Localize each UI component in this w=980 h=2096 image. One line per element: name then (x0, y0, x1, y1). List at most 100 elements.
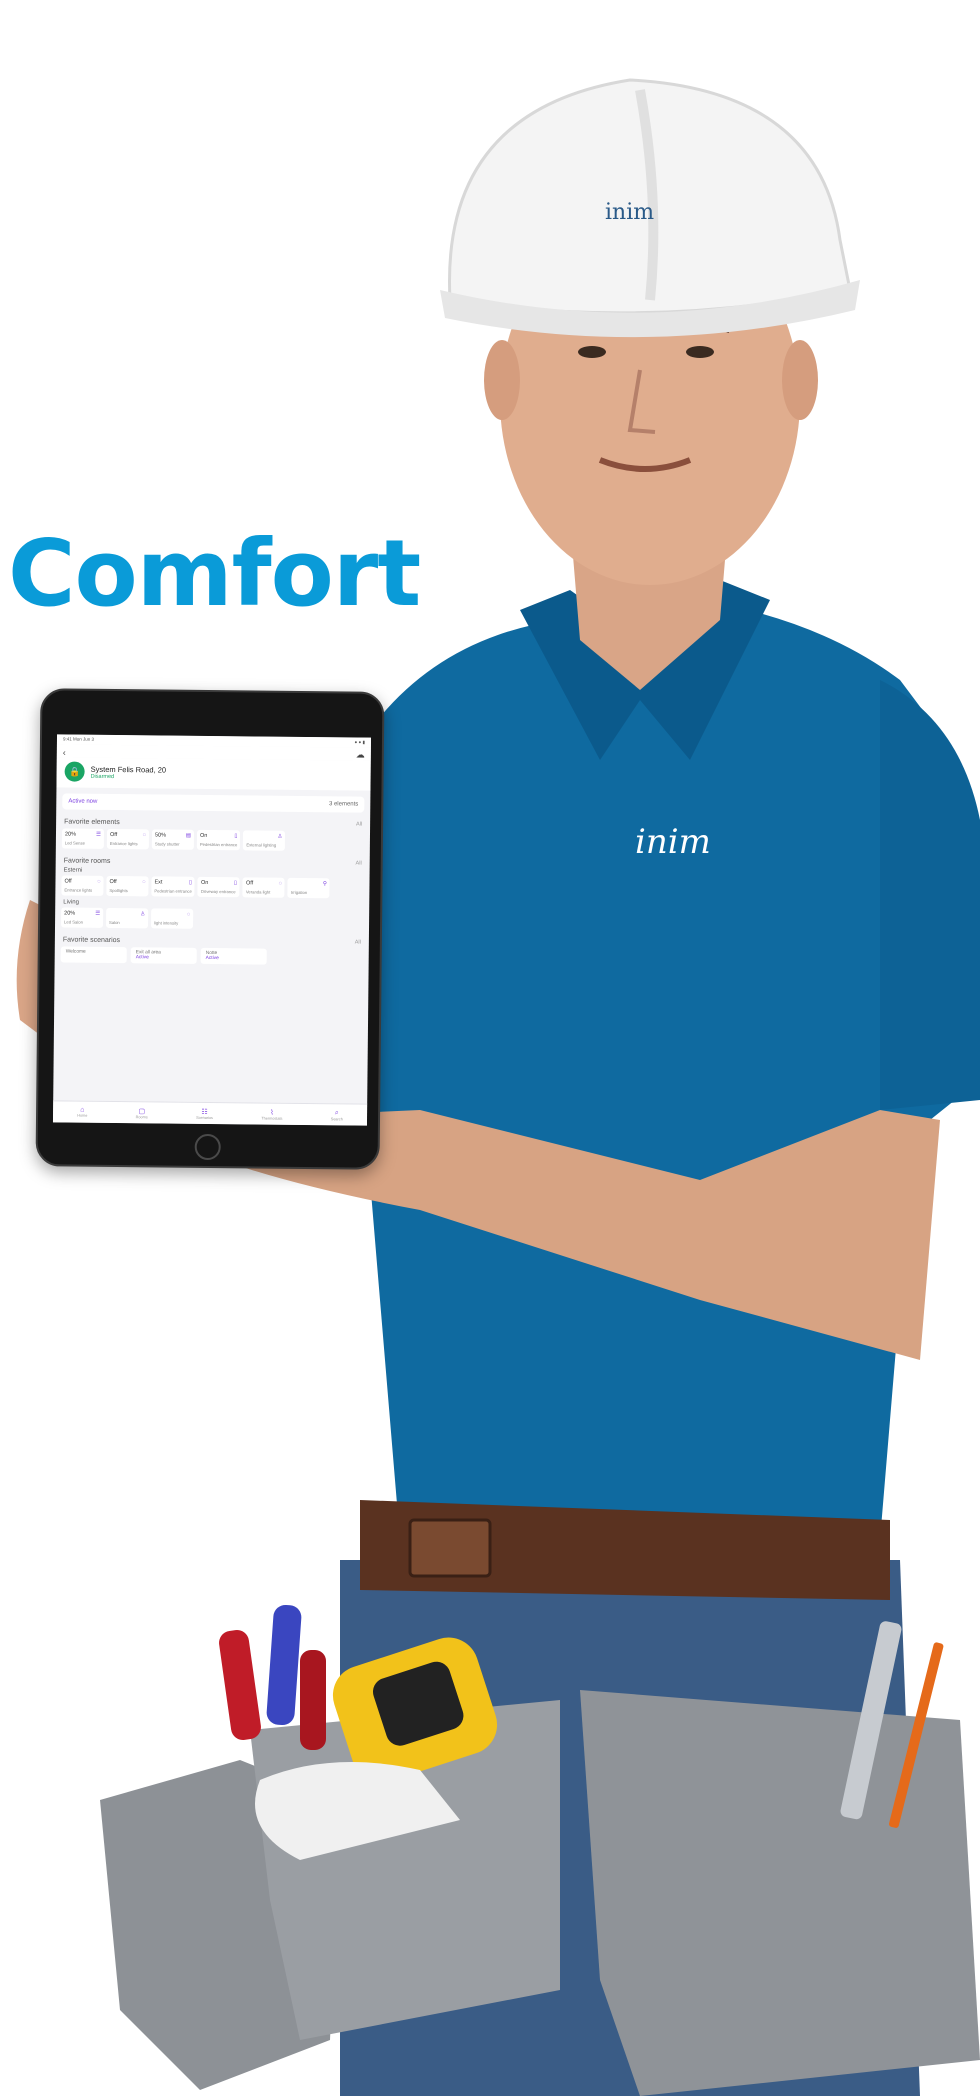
light-icon: ◌ (186, 911, 191, 918)
device-value: Ext (154, 879, 163, 886)
tablet-screen: 9:41 Mon Jun 3 ● ● ▮ ‹ ☁ 🔒 System Felis … (52, 734, 372, 1126)
blinds-icon: ☰ (95, 910, 101, 917)
sprinkler-icon: ⚲ (322, 881, 327, 888)
device-card[interactable]: Off ◌ Spotlights (106, 875, 149, 897)
device-card[interactable]: Ext ▯ Pedestrian entrance (151, 876, 196, 897)
favorite-elements-title: Favorite elements (64, 818, 120, 827)
device-card[interactable]: 20% ☰ Led Salon (61, 907, 104, 928)
nav-thermostats[interactable]: ⌇ Thermostats (261, 1108, 282, 1120)
system-state: Disarmed (90, 773, 115, 780)
nav-icon: ⌕ (334, 1108, 339, 1116)
favorite-rooms-all-link[interactable]: All (356, 861, 362, 868)
tablet-device: 9:41 Mon Jun 3 ● ● ▮ ‹ ☁ 🔒 System Felis … (35, 688, 385, 1170)
door-icon: ▯ (234, 833, 238, 840)
device-label: Led Sense (64, 840, 85, 846)
nav-icon: ⌂ (80, 1106, 85, 1114)
favorite-rooms-title: Favorite rooms (63, 857, 111, 865)
active-now-row[interactable]: Active now 3 elements (62, 793, 365, 813)
room-cards: 20% ☰ Led Salon ♙ Salon ◌ light intensity (55, 907, 369, 934)
device-label: Led Salon (64, 919, 83, 925)
device-card[interactable]: Off ◌ Entrance lights (106, 828, 150, 850)
light-icon: ◌ (278, 880, 282, 887)
device-label: Entrance lights (64, 887, 93, 893)
device-label: Pedestrian entrance (199, 841, 238, 848)
door-icon: ▯ (188, 879, 192, 886)
device-card[interactable]: ♙ External lighting (243, 830, 286, 851)
device-label: Veranda light (245, 889, 271, 895)
system-name: System Felis Road, 20 (90, 764, 167, 775)
nav-scenarios[interactable]: ☷ Scenarios (196, 1107, 213, 1119)
lock-icon: 🔒 (64, 761, 85, 782)
nav-icon: ▢ (138, 1107, 146, 1115)
home-button[interactable] (194, 1133, 221, 1161)
device-value: On (200, 879, 209, 886)
device-label: Entrance lights (109, 840, 138, 847)
active-now-label: Active now (68, 798, 98, 805)
device-value: 50% (154, 832, 167, 839)
room-cards: Off ◌ Entrance lights Off ◌ Spotlights Ext ▯ Ped… (55, 875, 369, 902)
nav-label: Scenarios (196, 1115, 213, 1120)
favorite-scenarios-list: Welcome Exit all area Active Notte Active (55, 946, 369, 969)
tool-pouch-right (580, 1690, 980, 2096)
cloud-icon: ☁ (355, 749, 365, 760)
blinds-icon: ☰ (96, 831, 102, 838)
shirt-sleeve-right (880, 680, 980, 1110)
device-label: Driveway entrance (200, 888, 236, 895)
device-value: On (199, 832, 208, 839)
scenario-card[interactable]: Notte Active (200, 947, 267, 965)
device-label: Study shutter (154, 841, 180, 847)
device-card[interactable]: ♙ Salon (106, 907, 149, 929)
device-value: Off (109, 878, 117, 886)
device-card[interactable]: On ▯ Pedestrian entrance (196, 829, 241, 851)
door-icon: ▯ (233, 880, 237, 887)
status-battery: ● ● ▮ (354, 739, 365, 745)
scenario-card[interactable]: Welcome (60, 946, 127, 964)
shirt-logo: inim (635, 822, 711, 862)
favorite-elements-all-link[interactable]: All (356, 822, 362, 829)
device-card[interactable]: 20% ☰ Led Sense (61, 828, 105, 849)
helmet-logo: inim (605, 200, 655, 225)
back-icon[interactable]: ‹ (63, 747, 66, 757)
scenario-card[interactable]: Exit all area Active (130, 947, 197, 964)
device-card[interactable]: On ▯ Driveway entrance (197, 876, 241, 898)
device-card[interactable]: ⚲ Irrigation (287, 877, 331, 899)
scenario-state: Active (205, 955, 219, 962)
nav-label: Home (77, 1113, 88, 1118)
active-now-count: 3 elements (328, 801, 359, 808)
favorite-scenarios-title: Favorite scenarios (62, 936, 121, 945)
favorite-scenarios-all-link[interactable]: All (355, 940, 361, 947)
scenario-name: Welcome (65, 949, 86, 955)
device-label: External lighting (246, 842, 277, 848)
device-card[interactable]: Off ◌ Veranda light (242, 877, 286, 898)
device-value: 20% (64, 910, 76, 917)
person-icon: ♙ (140, 911, 146, 918)
device-label: Spotlights (109, 887, 128, 894)
device-value: Off (64, 878, 72, 885)
device-card[interactable]: ◌ light intensity (151, 908, 194, 929)
light-icon: ◌ (142, 832, 147, 839)
nav-label: Thermostats (261, 1116, 283, 1121)
nav-label: Search (330, 1116, 343, 1121)
bottom-nav: ⌂ Home ▢ Rooms ☷ Scenarios ⌇ Thermostats ⌕ Search (52, 1100, 368, 1126)
device-label: Irrigation (290, 889, 308, 896)
nav-icon: ⌇ (270, 1109, 274, 1117)
favorite-rooms-list: Esterni Off ◌ Entrance lights Off ◌ Spotlights… (55, 867, 370, 934)
light-icon: ◌ (142, 879, 146, 886)
device-label: light intensity (154, 920, 179, 926)
nav-search[interactable]: ⌕ Search (331, 1109, 343, 1121)
device-card[interactable]: 50% ▤ Study shutter (151, 829, 195, 850)
device-value: Off (109, 831, 118, 839)
light-icon: ◌ (97, 878, 101, 885)
nav-rooms[interactable]: ▢ Rooms (136, 1107, 148, 1119)
system-header[interactable]: 🔒 System Felis Road, 20 Disarmed (56, 757, 371, 791)
scenario-state: Active (135, 955, 149, 961)
device-card[interactable]: Off ◌ Entrance lights (61, 875, 104, 896)
nav-label: Rooms (135, 1114, 148, 1119)
nav-home[interactable]: ⌂ Home (77, 1107, 87, 1118)
person-icon: ♙ (277, 833, 283, 840)
device-value: 20% (64, 831, 77, 838)
status-time: 9:41 Mon Jun 3 (62, 736, 95, 742)
nav-icon: ☷ (201, 1108, 208, 1116)
favorite-elements-cards: 20% ☰ Led Sense Off ◌ Entrance lights 50% ▤ Stud… (56, 828, 370, 855)
device-value: Off (245, 880, 254, 887)
